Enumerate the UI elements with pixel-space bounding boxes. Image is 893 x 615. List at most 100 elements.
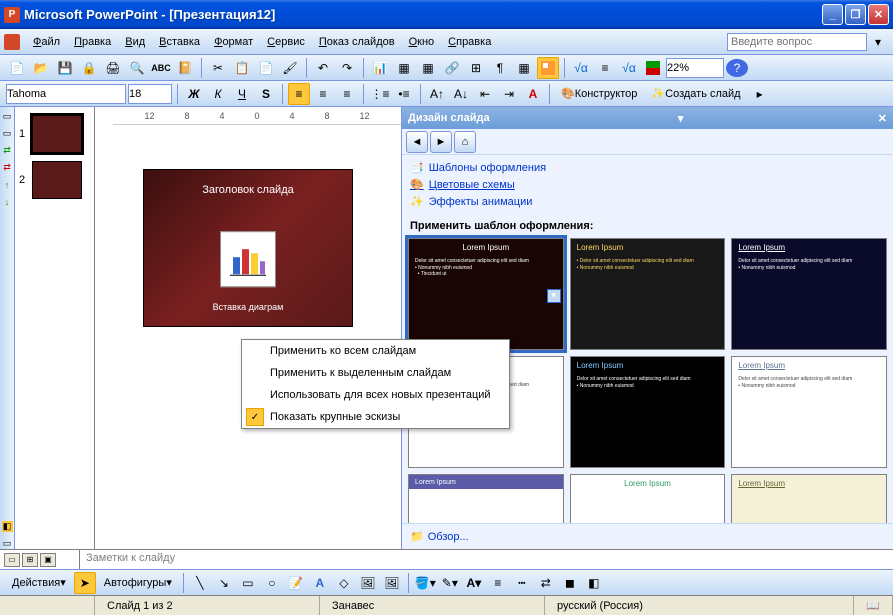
font-size-combo[interactable]	[128, 84, 172, 104]
template-item[interactable]: Lorem Ipsum	[570, 474, 726, 523]
browse-link[interactable]: 📁 Обзор...	[402, 523, 893, 549]
expand-icon[interactable]: ⇄	[2, 145, 13, 156]
nav-forward-button[interactable]: ►	[430, 131, 452, 153]
dash-style-button[interactable]: ┅	[511, 572, 533, 594]
flag-button[interactable]	[642, 57, 664, 79]
equation-menu-button[interactable]: ≡	[594, 57, 616, 79]
slide[interactable]: Заголовок слайда Вставка диаграм	[143, 169, 353, 327]
nav-home-button[interactable]: ⌂	[454, 131, 476, 153]
3d-style-button[interactable]: ◧	[583, 572, 605, 594]
slides-tab-icon[interactable]: ▭	[2, 128, 13, 139]
align-center-button[interactable]: ≡	[312, 83, 334, 105]
line-button[interactable]: ╲	[189, 572, 211, 594]
show-formatting-button[interactable]: ¶	[489, 57, 511, 79]
cut-button[interactable]: ✂	[207, 57, 229, 79]
textbox-button[interactable]: 📝	[285, 572, 307, 594]
ask-dropdown[interactable]: ▾	[867, 31, 889, 53]
diagram-button[interactable]: ◇	[333, 572, 355, 594]
template-item[interactable]: Lorem Ipsum Delor sit amet consectetuer …	[731, 238, 887, 350]
ctx-apply-selected[interactable]: Применить к выделенным слайдам	[242, 362, 509, 384]
paste-button[interactable]: 📄	[255, 57, 277, 79]
print-button[interactable]: 🖨	[102, 57, 124, 79]
decrease-indent-button[interactable]: ⇤	[474, 83, 496, 105]
task-pane-close-icon[interactable]: ✕	[878, 112, 887, 125]
link-design-templates[interactable]: 📑 Шаблоны оформления	[410, 159, 885, 176]
draw-actions-menu[interactable]: Действия ▾	[6, 572, 72, 594]
template-item[interactable]: Lorem Ipsum Delor sit amet consectetuer …	[570, 356, 726, 468]
equation-alpha2-button[interactable]: √α	[618, 57, 640, 79]
minimize-button[interactable]: _	[822, 4, 843, 25]
template-item[interactable]: Lorem Ipsum	[731, 474, 887, 523]
open-button[interactable]: 📂	[30, 57, 52, 79]
ask-question-input[interactable]	[727, 33, 867, 51]
arrow-style-button[interactable]: ⇄	[535, 572, 557, 594]
thumb-2[interactable]: 2	[19, 161, 90, 199]
link-animation-schemes[interactable]: ✨ Эффекты анимации	[410, 193, 885, 210]
select-objects-button[interactable]: ➤	[74, 572, 96, 594]
shadow-button[interactable]: S	[255, 83, 277, 105]
menu-edit[interactable]: Правка	[67, 34, 118, 50]
template-item[interactable]: Lorem Ipsum Delor sit amet consectetuer …	[731, 356, 887, 468]
collapse-icon[interactable]: ⇄	[2, 162, 13, 173]
menu-view[interactable]: Вид	[118, 34, 152, 50]
menu-window[interactable]: Окно	[402, 34, 442, 50]
slideshow-button[interactable]: ▣	[40, 553, 56, 567]
menu-insert[interactable]: Вставка	[152, 34, 207, 50]
copy-button[interactable]: 📋	[231, 57, 253, 79]
align-left-button[interactable]: ≡	[288, 83, 310, 105]
slide-design-button[interactable]: 🎨 Конструктор	[555, 83, 643, 105]
task-pane-dropdown-icon[interactable]: ▾	[678, 112, 684, 125]
insert-hyperlink-button[interactable]: 🔗	[441, 57, 463, 79]
font-color-button[interactable]: A	[522, 83, 544, 105]
thumb-1[interactable]: 1	[19, 115, 90, 153]
link-color-schemes[interactable]: 🎨 Цветовые схемы	[410, 176, 885, 193]
clipart-button[interactable]: 🖼	[357, 572, 379, 594]
template-item[interactable]: Lorem Ipsum	[408, 474, 564, 523]
font-combo[interactable]	[6, 84, 126, 104]
picture-button[interactable]: 🖼	[381, 572, 403, 594]
menu-format[interactable]: Формат	[207, 34, 260, 50]
color-gray-button[interactable]	[537, 57, 559, 79]
align-right-button[interactable]: ≡	[336, 83, 358, 105]
wordart-button[interactable]: A	[309, 572, 331, 594]
show-grid-button[interactable]: ▦	[513, 57, 535, 79]
template-item[interactable]: Lorem Ipsum • Delor sit amet consectetue…	[570, 238, 726, 350]
close-button[interactable]: ✕	[868, 4, 889, 25]
menu-file[interactable]: Файл	[26, 34, 67, 50]
redo-button[interactable]: ↷	[336, 57, 358, 79]
nudge-up-icon[interactable]: ↑	[2, 179, 13, 190]
help-button[interactable]: ?	[726, 59, 748, 77]
system-menu-icon[interactable]	[4, 34, 20, 50]
outline-tab-icon[interactable]: ▭	[2, 111, 13, 122]
fill-color-button[interactable]: 🪣▾	[414, 572, 437, 594]
shadow-style-button[interactable]: ◼	[559, 572, 581, 594]
zoom-combo[interactable]	[666, 58, 724, 78]
status-spellcheck-icon[interactable]: 📖	[854, 596, 893, 615]
expand-all-button[interactable]: ⊞	[465, 57, 487, 79]
template-item[interactable]: Lorem Ipsum Delor sit amet consectetuer …	[408, 238, 564, 350]
thumb-preview[interactable]	[32, 161, 82, 199]
slide-sorter-button[interactable]: ⊞	[22, 553, 38, 567]
gray-view-icon[interactable]: ▭	[2, 538, 13, 549]
toolbar-options-button[interactable]: ▸	[749, 83, 771, 105]
insert-chart-button[interactable]: 📊	[369, 57, 391, 79]
oval-button[interactable]: ○	[261, 572, 283, 594]
font-color-button[interactable]: A▾	[463, 572, 485, 594]
slide-title-placeholder[interactable]: Заголовок слайда	[144, 170, 352, 196]
nav-back-button[interactable]: ◄	[406, 131, 428, 153]
chart-placeholder-icon[interactable]	[220, 231, 276, 287]
spelling-button[interactable]: ABC	[150, 57, 172, 79]
menu-help[interactable]: Справка	[441, 34, 498, 50]
menu-tools[interactable]: Сервис	[260, 34, 312, 50]
arrow-button[interactable]: ↘	[213, 572, 235, 594]
equation-alpha-button[interactable]: √α	[570, 57, 592, 79]
undo-button[interactable]: ↶	[312, 57, 334, 79]
decrease-font-button[interactable]: A↓	[450, 83, 472, 105]
format-painter-button[interactable]: 🖌	[279, 57, 301, 79]
new-slide-button[interactable]: ✨ Создать слайд	[645, 83, 746, 105]
normal-view-button[interactable]: ▭	[4, 553, 20, 567]
nudge-down-icon[interactable]: ↓	[2, 196, 13, 207]
maximize-button[interactable]: ❐	[845, 4, 866, 25]
ctx-large-previews[interactable]: ✓Показать крупные эскизы	[242, 406, 509, 428]
menu-slideshow[interactable]: Показ слайдов	[312, 34, 402, 50]
